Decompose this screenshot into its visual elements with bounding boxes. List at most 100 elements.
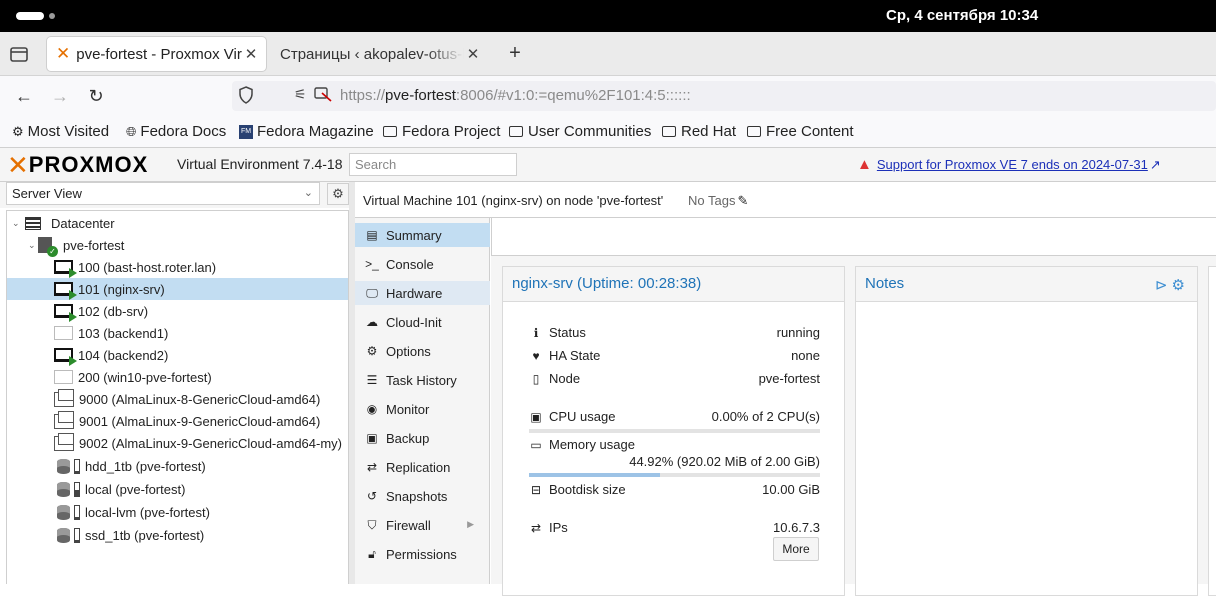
collapse-icon[interactable]: ⌄ (12, 218, 20, 229)
template-icon (54, 388, 74, 407)
bookmark-fedora-docs[interactable]: 🌐︎ Fedora Docs (126, 123, 226, 140)
list-icon: ☰ (366, 373, 378, 387)
tree-storage[interactable]: hdd_1tb (pve-fortest) (7, 455, 348, 477)
browser-nav-bar: ← → ↻ ⚟ https://pve-fortest:8006/#v1:0:=… (0, 76, 1216, 116)
site-permissions-icon[interactable]: ⚟ (294, 86, 307, 103)
tab-close-icon[interactable]: ✕ (242, 45, 260, 63)
vm-toolbar (491, 218, 1216, 256)
menu-task-history[interactable]: ☰ Task History (355, 368, 490, 392)
unlock-icon: 🔓︎ (368, 546, 376, 561)
storage-icon (57, 481, 70, 497)
tree-vm[interactable]: 102 (db-srv) (7, 300, 348, 322)
menu-backup[interactable]: ▣ Backup (355, 426, 490, 450)
tab-proxmox[interactable]: ✕ pve-fortest - Proxmox Virtual Environm… (46, 36, 267, 72)
bookmark-fedora-magazine[interactable]: FM Fedora Magazine (239, 123, 374, 140)
external-link-icon: ↗ (1149, 156, 1161, 172)
menu-hardware[interactable]: 🖵︎ Hardware (355, 281, 490, 305)
status-panel: nginx-srv (Uptime: 00:28:38) ℹ Status run… (502, 266, 845, 596)
tree-vm[interactable]: 200 (win10-pve-fortest) (7, 366, 348, 388)
expand-arrow-icon[interactable]: ▶ (467, 519, 474, 530)
reload-icon[interactable]: ↻ (85, 85, 107, 107)
menu-replication[interactable]: ⇄ Replication (355, 455, 490, 479)
menu-summary[interactable]: ▤ Summary (355, 223, 490, 247)
browser-tab-strip: ✕ pve-fortest - Proxmox Virtual Environm… (0, 32, 1216, 76)
tree-storage[interactable]: ssd_1tb (pve-fortest) (7, 524, 348, 546)
warning-icon: ▲ (857, 156, 872, 173)
exchange-icon: ⇄ (530, 520, 542, 535)
url-text[interactable]: https://pve-fortest:8006/#v1:0:=qemu%2F1… (340, 87, 691, 104)
view-selector[interactable]: Server View ⌄ (6, 182, 320, 205)
tree-storage[interactable]: local-lvm (pve-fortest) (7, 501, 348, 523)
bookmark-user-communities[interactable]: User Communities (509, 123, 651, 140)
tree-datacenter[interactable]: ⌄ Datacenter (7, 212, 348, 234)
vm-config-menu: ▤ Summary >_ Console 🖵︎ Hardware ☁ Cloud-Ini… (355, 218, 490, 584)
retweet-icon: ⇄ (366, 460, 378, 474)
storage-icon (57, 527, 70, 543)
list-all-tabs-icon[interactable] (8, 43, 30, 65)
tree-settings-gear-icon[interactable]: ⚙ (327, 183, 349, 205)
tree-template[interactable]: 9001 (AlmaLinux-9-GenericCloud-amd64) (7, 410, 348, 432)
system-clock[interactable]: Ср, 4 сентября 10:34 (886, 7, 1038, 24)
vm-running-icon (54, 304, 77, 322)
resource-tree: ⌄ Datacenter ⌄ pve-fortest 100 (bast-hos… (6, 210, 349, 584)
back-arrow-icon[interactable]: ← (13, 85, 35, 107)
bootdisk-row: ⊟ Bootdisk size 10.00 GiB (530, 482, 820, 497)
node-row: ▯ Node pve-fortest (529, 371, 820, 389)
collapse-icon[interactable]: ⌄ (28, 240, 36, 251)
memory-row: ▭ Memory usage (530, 437, 635, 452)
tracking-shield-icon[interactable] (238, 86, 254, 107)
gear-icon: ⚙ (366, 344, 378, 358)
connection-security-icon[interactable] (314, 86, 332, 105)
menu-cloud-init[interactable]: ☁ Cloud-Init (355, 310, 490, 334)
menu-monitor[interactable]: ◉ Monitor (355, 397, 490, 421)
tags-editor[interactable]: No Tags ✎ (688, 193, 748, 209)
cloud-icon: ☁ (366, 315, 378, 329)
menu-firewall[interactable]: ⛉ Firewall ▶ (355, 513, 490, 537)
shield-icon: ⛉ (367, 517, 377, 532)
tab-otus-pages[interactable]: Страницы ‹ akopalev-otus-hw ✕ (274, 36, 488, 72)
proxmox-logo[interactable]: ✕ PROXMOX (7, 152, 148, 178)
storage-usage-icon (74, 481, 80, 497)
memory-usage-fill (529, 473, 660, 477)
more-ips-button[interactable]: More (773, 537, 819, 561)
tab-close-icon[interactable]: ✕ (464, 45, 482, 63)
storage-usage-icon (74, 504, 80, 520)
search-input[interactable]: Search (349, 153, 517, 176)
folder-icon (509, 126, 523, 137)
storage-usage-icon (74, 458, 80, 474)
bookmark-most-visited[interactable]: ⚙ Most Visited (12, 123, 109, 140)
tree-vm[interactable]: 103 (backend1) (7, 322, 348, 344)
ips-row: ⇄ IPs 10.6.7.3 (530, 520, 820, 535)
folder-icon (383, 126, 397, 137)
save-icon: ▣ (366, 431, 378, 445)
bookmark-red-hat[interactable]: Red Hat (662, 123, 736, 140)
bookmark-free-content[interactable]: Free Content (747, 123, 854, 140)
tree-template[interactable]: 9000 (AlmaLinux-8-GenericCloud-amd64) (7, 388, 348, 410)
new-tab-plus-icon[interactable]: + (505, 42, 525, 65)
tree-node-pve-fortest[interactable]: ⌄ pve-fortest (7, 234, 348, 257)
expand-circle-icon[interactable]: ⊳ (1155, 277, 1172, 294)
menu-console[interactable]: >_ Console (355, 252, 490, 276)
tree-vm[interactable]: 104 (backend2) (7, 344, 348, 366)
gear-icon[interactable]: ⚙ (1172, 277, 1189, 294)
pencil-icon[interactable]: ✎ (737, 193, 748, 208)
cpu-row: ▣ CPU usage 0.00% of 2 CPU(s) (530, 409, 820, 424)
tree-vm[interactable]: 100 (bast-host.roter.lan) (7, 256, 348, 278)
tree-storage[interactable]: local (pve-fortest) (7, 478, 348, 500)
tree-vm-selected[interactable]: 101 (nginx-srv) (7, 278, 348, 300)
forward-arrow-icon[interactable]: → (49, 85, 71, 107)
tree-template[interactable]: 9002 (AlmaLinux-9-GenericCloud-amd64-my) (7, 432, 348, 454)
tab-title: Страницы ‹ akopalev-otus-hw (280, 45, 464, 63)
menu-permissions[interactable]: 🔓︎ Permissions (355, 542, 490, 566)
support-link[interactable]: Support for Proxmox VE 7 ends on 2024-07… (877, 157, 1148, 172)
activities-indicator[interactable] (16, 12, 44, 20)
url-bar[interactable]: ⚟ https://pve-fortest:8006/#v1:0:=qemu%2… (232, 81, 1216, 111)
storage-icon (57, 504, 70, 520)
menu-options[interactable]: ⚙ Options (355, 339, 490, 363)
history-icon: ↺ (366, 489, 378, 503)
menu-snapshots[interactable]: ↺ Snapshots (355, 484, 490, 508)
bookmark-fedora-project[interactable]: Fedora Project (383, 123, 500, 140)
tab-title: pve-fortest - Proxmox Virtual Environmen… (76, 45, 242, 63)
support-notice[interactable]: ▲ Support for Proxmox VE 7 ends on 2024-… (857, 156, 1161, 173)
workspace-dot[interactable] (49, 13, 55, 19)
